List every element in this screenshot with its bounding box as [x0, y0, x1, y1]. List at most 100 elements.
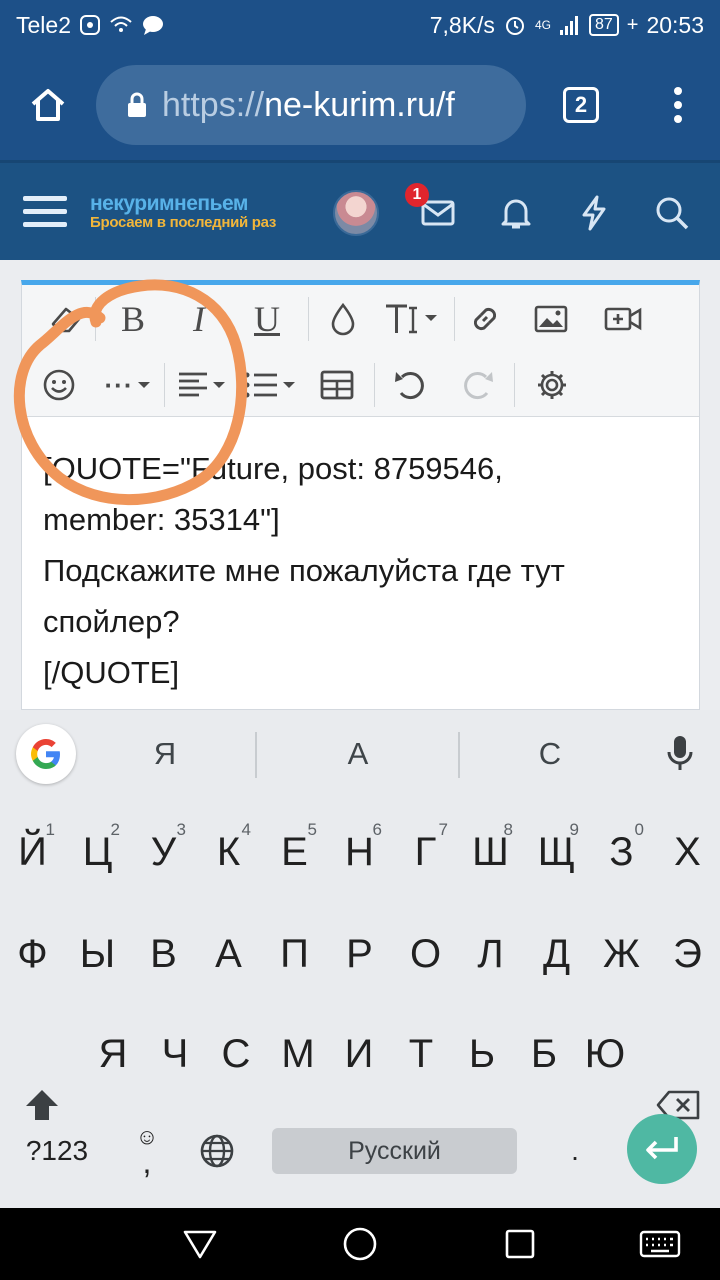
suggestion-2[interactable]: А — [258, 710, 458, 798]
bold-label: B — [120, 299, 145, 339]
letter-key[interactable]: Б — [513, 1006, 575, 1102]
hamburger-menu-button[interactable] — [0, 162, 90, 262]
keyboard-suggestion-bar: Я А С — [0, 710, 720, 798]
letter-key[interactable]: Ж — [589, 906, 654, 1002]
letter-key[interactable]: Ф — [0, 906, 65, 1002]
url-bar[interactable]: https://ne-kurim.ru/f — [96, 65, 526, 145]
key-number-hint: 0 — [634, 820, 644, 839]
letter-key[interactable]: Э — [655, 906, 720, 1002]
suggestion-1[interactable]: Я — [70, 710, 260, 798]
microphone-icon — [667, 736, 693, 770]
lightning-icon — [582, 195, 606, 231]
letter-key[interactable]: Ш8 — [458, 804, 523, 900]
key-label: Ь — [468, 1031, 496, 1076]
nav-back-button[interactable] — [176, 1220, 224, 1268]
period-key[interactable]: . — [540, 1106, 610, 1196]
symbols-key[interactable]: ?123 — [7, 1106, 107, 1196]
editor-content[interactable]: [QUOTE="Future, post: 8759546, member: 3… — [43, 443, 683, 698]
text-color-button[interactable] — [312, 289, 374, 349]
key-label: О — [409, 931, 442, 976]
undo-button[interactable] — [378, 355, 442, 415]
letter-key[interactable]: Н6 — [327, 804, 392, 900]
recents-square-icon — [505, 1229, 535, 1259]
align-button[interactable] — [170, 355, 234, 415]
notification-app-icon — [79, 14, 101, 36]
letter-key[interactable]: З0 — [589, 804, 654, 900]
key-number-hint: 2 — [110, 820, 120, 839]
font-size-button[interactable] — [378, 289, 448, 349]
list-icon — [244, 372, 295, 398]
letter-key[interactable]: И — [328, 1006, 390, 1102]
letter-key[interactable]: П — [262, 906, 327, 1002]
site-logo[interactable]: некуримнепьем Бросаем в последний раз — [90, 192, 320, 232]
letter-key[interactable]: В — [131, 906, 196, 1002]
emoji-button[interactable] — [28, 355, 90, 415]
chat-bubble-icon — [141, 14, 165, 36]
insert-image-button[interactable] — [520, 289, 582, 349]
bold-button[interactable]: B — [102, 289, 164, 349]
user-avatar[interactable] — [333, 190, 379, 236]
letter-key[interactable]: Й1 — [0, 804, 65, 900]
enter-key[interactable] — [627, 1114, 697, 1184]
letter-key[interactable]: Л — [458, 906, 523, 1002]
redo-button[interactable] — [446, 355, 510, 415]
more-options-button[interactable]: ··· — [96, 355, 160, 415]
home-circle-icon — [343, 1227, 377, 1261]
editor-line: спойлер? — [43, 604, 180, 639]
insert-table-button[interactable] — [306, 355, 368, 415]
space-key[interactable]: Русский — [272, 1128, 517, 1174]
message-editor: B I U ··· [QUOTE="Future, post: 8759546,… — [21, 280, 700, 710]
letter-key[interactable]: О — [393, 906, 458, 1002]
letter-key[interactable]: М — [267, 1006, 329, 1102]
letter-key[interactable]: Г7 — [393, 804, 458, 900]
letter-key[interactable]: Я — [82, 1006, 144, 1102]
alerts-button[interactable] — [492, 189, 540, 237]
letter-key[interactable]: Т — [390, 1006, 452, 1102]
key-label: А — [215, 931, 242, 976]
letter-key[interactable]: К4 — [196, 804, 261, 900]
letter-key[interactable]: Ы — [65, 906, 130, 1002]
emoji-comma-key[interactable]: ☺ , — [112, 1106, 182, 1196]
wifi-icon — [109, 15, 133, 35]
editor-settings-button[interactable] — [520, 355, 584, 415]
undo-icon — [395, 372, 424, 400]
voice-input-button[interactable] — [656, 730, 704, 778]
search-button[interactable] — [648, 189, 696, 237]
letter-key[interactable]: А — [196, 906, 261, 1002]
browser-menu-button[interactable] — [636, 50, 720, 160]
key-label: Ы — [79, 931, 116, 976]
letter-key[interactable]: Х — [655, 804, 720, 900]
key-label: Д — [542, 931, 571, 976]
letter-key[interactable]: У3 — [131, 804, 196, 900]
list-button[interactable] — [238, 355, 302, 415]
letter-key[interactable]: Ч — [144, 1006, 206, 1102]
whats-new-button[interactable] — [570, 189, 618, 237]
gear-icon — [538, 371, 566, 399]
suggestion-3[interactable]: С — [460, 710, 640, 798]
letter-key[interactable]: Ц2 — [65, 804, 130, 900]
status-bar: Tele2 7,8K/s 4G 87 + 20:53 — [0, 0, 720, 50]
nav-recents-button[interactable] — [496, 1220, 544, 1268]
key-label: Ц — [82, 829, 113, 874]
letter-key[interactable]: Ю — [574, 1006, 636, 1102]
nav-keyboard-button[interactable] — [636, 1220, 684, 1268]
underline-button[interactable]: U — [234, 289, 300, 349]
language-switch-key[interactable] — [182, 1106, 252, 1196]
insert-media-button[interactable] — [588, 289, 658, 349]
letter-key[interactable]: Р — [327, 906, 392, 1002]
italic-button[interactable]: I — [168, 289, 230, 349]
letter-key[interactable]: Д — [524, 906, 589, 1002]
letter-key[interactable]: Е5 — [262, 804, 327, 900]
home-button[interactable] — [0, 50, 96, 160]
nav-home-button[interactable] — [336, 1220, 384, 1268]
table-icon — [320, 370, 354, 400]
lock-icon — [128, 92, 146, 117]
tabs-button[interactable]: 2 — [526, 50, 636, 160]
google-button[interactable] — [16, 724, 76, 784]
remove-format-button[interactable] — [34, 289, 98, 349]
insert-link-button[interactable] — [454, 289, 516, 349]
letter-key[interactable]: С — [205, 1006, 267, 1102]
letter-key[interactable]: Ь — [451, 1006, 513, 1102]
letter-key[interactable]: Щ9 — [524, 804, 589, 900]
smiley-icon — [43, 369, 75, 401]
